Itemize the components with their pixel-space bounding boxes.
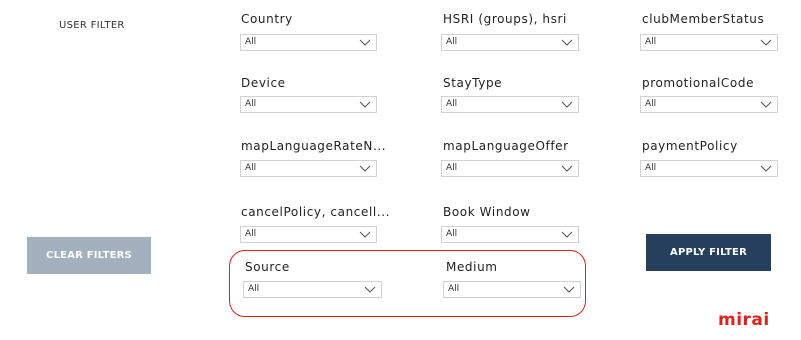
device-select[interactable]: All <box>240 96 377 113</box>
mirai-logo: mirai <box>718 310 770 330</box>
cancel-policy-select[interactable]: All <box>240 226 377 243</box>
filter-label-source: Source <box>245 260 290 274</box>
book-window-select-value: All <box>446 229 458 239</box>
chevron-down-icon <box>561 165 573 172</box>
device-select-value: All <box>245 99 257 109</box>
filter-label-map-language-rate: mapLanguageRateN... <box>241 139 387 153</box>
chevron-down-icon <box>561 39 573 46</box>
club-member-status-select[interactable]: All <box>640 34 778 51</box>
filter-label-hsri: HSRI (groups), hsri <box>443 12 567 26</box>
chevron-down-icon <box>561 231 573 238</box>
map-language-rate-select-value: All <box>245 163 257 173</box>
country-select-value: All <box>245 37 257 47</box>
chevron-down-icon <box>359 101 371 108</box>
filter-label-promotional-code: promotionalCode <box>642 76 755 90</box>
filter-label-country: Country <box>241 12 293 26</box>
filter-label-map-language-offer: mapLanguageOffer <box>443 139 569 153</box>
chevron-down-icon <box>760 101 772 108</box>
filter-label-medium: Medium <box>446 260 498 274</box>
club-member-status-select-value: All <box>645 37 657 47</box>
filter-label-device: Device <box>241 76 286 90</box>
hsri-select[interactable]: All <box>441 34 579 51</box>
clear-filters-button[interactable]: CLEAR FILTERS <box>27 237 151 274</box>
promotional-code-select[interactable]: All <box>640 96 778 113</box>
map-language-rate-select[interactable]: All <box>240 160 377 177</box>
filter-label-club-member-status: clubMemberStatus <box>642 12 765 26</box>
filter-label-payment-policy: paymentPolicy <box>642 139 738 153</box>
apply-filter-button[interactable]: APPLY FILTER <box>646 234 771 271</box>
payment-policy-select-value: All <box>645 163 657 173</box>
stay-type-select[interactable]: All <box>441 96 579 113</box>
country-select[interactable]: All <box>240 34 377 51</box>
chevron-down-icon <box>760 165 772 172</box>
source-select-value: All <box>248 284 260 294</box>
chevron-down-icon <box>359 39 371 46</box>
chevron-down-icon <box>561 101 573 108</box>
medium-select[interactable]: All <box>443 281 581 298</box>
filter-label-book-window: Book Window <box>443 205 531 219</box>
chevron-down-icon <box>359 231 371 238</box>
chevron-down-icon <box>563 286 575 293</box>
chevron-down-icon <box>364 286 376 293</box>
source-select[interactable]: All <box>243 281 382 298</box>
chevron-down-icon <box>359 165 371 172</box>
user-filter-title: USER FILTER <box>59 20 125 31</box>
medium-select-value: All <box>448 284 460 294</box>
book-window-select[interactable]: All <box>441 226 579 243</box>
filter-label-cancel-policy: cancelPolicy, cancell... <box>241 205 391 219</box>
payment-policy-select[interactable]: All <box>640 160 778 177</box>
promotional-code-select-value: All <box>645 99 657 109</box>
map-language-offer-select-value: All <box>446 163 458 173</box>
filter-label-stay-type: StayType <box>443 76 503 90</box>
map-language-offer-select[interactable]: All <box>441 160 579 177</box>
cancel-policy-select-value: All <box>245 229 257 239</box>
hsri-select-value: All <box>446 37 458 47</box>
stay-type-select-value: All <box>446 99 458 109</box>
chevron-down-icon <box>760 39 772 46</box>
